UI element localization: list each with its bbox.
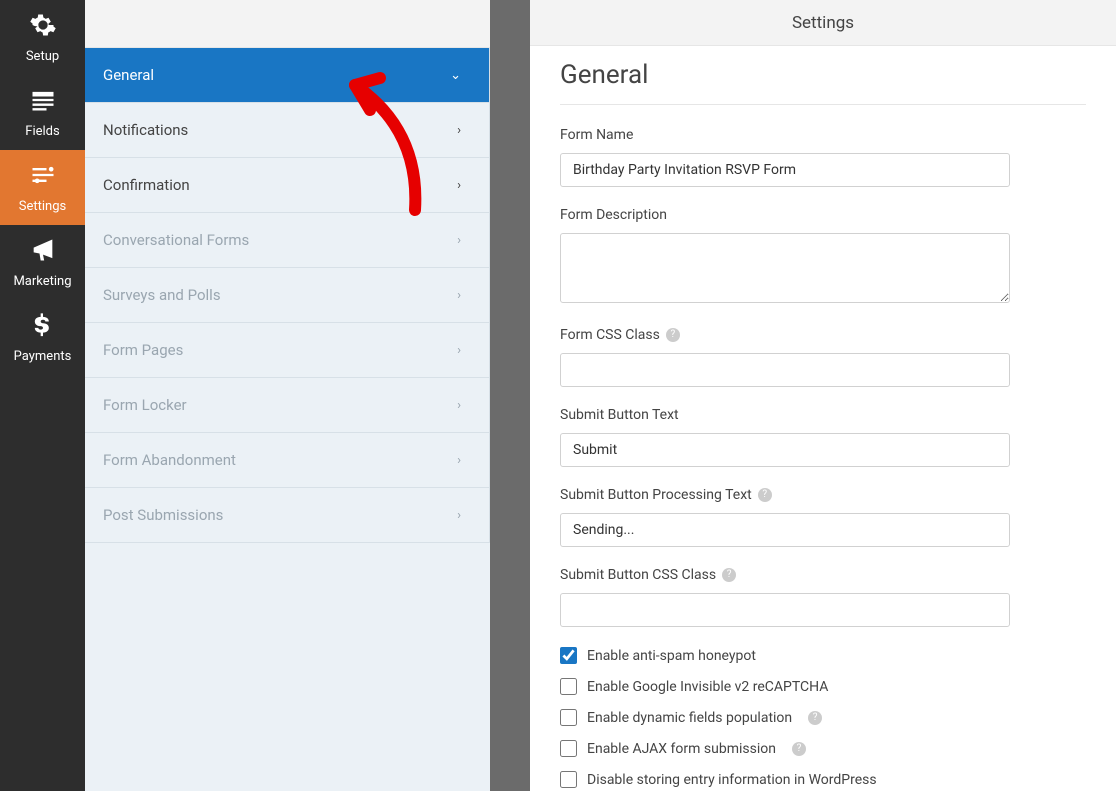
settings-item-label: Form Pages xyxy=(103,341,183,359)
form-name-field: Form Name xyxy=(560,127,1086,187)
settings-list: General⌄Notifications›Confirmation›Conve… xyxy=(85,48,490,543)
checkbox[interactable] xyxy=(560,740,577,757)
divider-column xyxy=(490,0,530,791)
chevron-right-icon: › xyxy=(457,453,461,468)
setup-icon xyxy=(29,11,57,43)
checkbox[interactable] xyxy=(560,647,577,664)
settings-item-form-locker[interactable]: Form Locker › xyxy=(85,378,489,433)
settings-sidebar-header xyxy=(85,0,490,48)
nav-label: Marketing xyxy=(13,274,71,289)
chevron-right-icon: › xyxy=(457,233,461,248)
check-row: Enable dynamic fields population? xyxy=(560,709,1086,726)
submit-css-field: Submit Button CSS Class? xyxy=(560,567,1086,627)
content-header: Settings xyxy=(530,0,1116,46)
form-name-label: Form Name xyxy=(560,127,1086,143)
chevron-right-icon: › xyxy=(457,398,461,413)
check-row: Enable Google Invisible v2 reCAPTCHA xyxy=(560,678,1086,695)
settings-item-label: General xyxy=(103,66,154,84)
nav-setup[interactable]: Setup xyxy=(0,0,85,75)
form-css-field: Form CSS Class? xyxy=(560,327,1086,387)
settings-item-notifications[interactable]: Notifications › xyxy=(85,103,489,158)
submit-proc-input[interactable] xyxy=(560,513,1010,547)
chevron-right-icon: › xyxy=(457,288,461,303)
chevron-right-icon: › xyxy=(457,178,461,193)
settings-item-label: Surveys and Polls xyxy=(103,286,221,304)
settings-item-post-submissions[interactable]: Post Submissions › xyxy=(85,488,489,543)
fields-icon xyxy=(29,86,57,118)
content-column: Settings General Form Name Form Descript… xyxy=(530,0,1116,791)
settings-item-label: Form Abandonment xyxy=(103,451,236,469)
settings-item-confirmation[interactable]: Confirmation › xyxy=(85,158,489,213)
settings-item-form-pages[interactable]: Form Pages › xyxy=(85,323,489,378)
nav-fields[interactable]: Fields xyxy=(0,75,85,150)
chevron-right-icon: › xyxy=(457,508,461,523)
submit-proc-label: Submit Button Processing Text? xyxy=(560,487,1086,503)
chevron-right-icon: › xyxy=(457,343,461,358)
settings-sidebar: General⌄Notifications›Confirmation›Conve… xyxy=(85,0,490,791)
checkbox-label: Enable AJAX form submission xyxy=(587,741,776,757)
nav-label: Setup xyxy=(26,49,59,64)
checkbox-label: Disable storing entry information in Wor… xyxy=(587,772,877,788)
nav-settings[interactable]: Settings xyxy=(0,150,85,225)
form-desc-field: Form Description xyxy=(560,207,1086,307)
nav-label: Fields xyxy=(25,124,59,139)
checkbox[interactable] xyxy=(560,678,577,695)
submit-text-field: Submit Button Text xyxy=(560,407,1086,467)
nav-label: Settings xyxy=(19,199,66,214)
settings-item-general[interactable]: General ⌄ xyxy=(85,48,489,103)
submit-text-input[interactable] xyxy=(560,433,1010,467)
help-icon[interactable]: ? xyxy=(792,742,806,756)
chevron-right-icon: › xyxy=(457,123,461,138)
help-icon[interactable]: ? xyxy=(758,488,772,502)
nav-payments[interactable]: Payments xyxy=(0,300,85,375)
left-nav: Setup Fields Settings Marketing Payments xyxy=(0,0,85,791)
checkbox-label: Enable Google Invisible v2 reCAPTCHA xyxy=(587,679,828,695)
check-row: Enable AJAX form submission? xyxy=(560,740,1086,757)
form-desc-label: Form Description xyxy=(560,207,1086,223)
settings-item-surveys-and-polls[interactable]: Surveys and Polls › xyxy=(85,268,489,323)
check-row: Enable anti-spam honeypot xyxy=(560,647,1086,664)
nav-label: Payments xyxy=(14,349,72,364)
page-title: General xyxy=(560,60,1086,105)
settings-item-conversational-forms[interactable]: Conversational Forms › xyxy=(85,213,489,268)
checkbox[interactable] xyxy=(560,709,577,726)
payments-icon xyxy=(29,311,57,343)
form-css-input[interactable] xyxy=(560,353,1010,387)
check-row: Disable storing entry information in Wor… xyxy=(560,771,1086,788)
header-title: Settings xyxy=(792,13,854,33)
settings-item-label: Confirmation xyxy=(103,176,190,194)
checkbox-label: Enable dynamic fields population xyxy=(587,710,792,726)
checkbox-label: Enable anti-spam honeypot xyxy=(587,648,756,664)
chevron-down-icon: ⌄ xyxy=(450,68,461,83)
marketing-icon xyxy=(29,236,57,268)
form-css-label: Form CSS Class? xyxy=(560,327,1086,343)
submit-css-input[interactable] xyxy=(560,593,1010,627)
content-area: General Form Name Form Description Form … xyxy=(530,46,1116,791)
form-desc-input[interactable] xyxy=(560,233,1010,303)
settings-item-label: Form Locker xyxy=(103,396,187,414)
help-icon[interactable]: ? xyxy=(722,568,736,582)
settings-icon xyxy=(29,161,57,193)
submit-css-label: Submit Button CSS Class? xyxy=(560,567,1086,583)
help-icon[interactable]: ? xyxy=(666,328,680,342)
settings-item-form-abandonment[interactable]: Form Abandonment › xyxy=(85,433,489,488)
form-name-input[interactable] xyxy=(560,153,1010,187)
checkbox-list: Enable anti-spam honeypot Enable Google I… xyxy=(560,647,1086,788)
settings-item-label: Conversational Forms xyxy=(103,231,249,249)
nav-marketing[interactable]: Marketing xyxy=(0,225,85,300)
checkbox[interactable] xyxy=(560,771,577,788)
submit-proc-field: Submit Button Processing Text? xyxy=(560,487,1086,547)
help-icon[interactable]: ? xyxy=(808,711,822,725)
settings-item-label: Post Submissions xyxy=(103,506,223,524)
settings-item-label: Notifications xyxy=(103,121,188,139)
submit-text-label: Submit Button Text xyxy=(560,407,1086,423)
